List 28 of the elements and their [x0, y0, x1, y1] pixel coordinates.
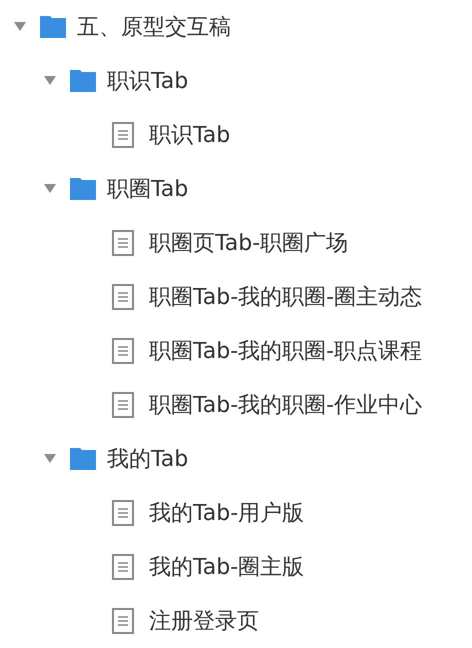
- document-icon: [112, 338, 134, 364]
- expanded-caret-icon[interactable]: [44, 454, 56, 464]
- document-icon: [112, 392, 134, 418]
- document-label[interactable]: 我的Tab-圈主版: [149, 550, 304, 584]
- document-icon: [112, 230, 134, 256]
- folder-icon: [70, 178, 96, 200]
- expanded-caret-icon[interactable]: [44, 184, 56, 194]
- document-label[interactable]: 注册登录页: [149, 604, 259, 638]
- folder-label[interactable]: 我的Tab: [107, 442, 188, 476]
- folder-label[interactable]: 职识Tab: [107, 64, 188, 98]
- document-label[interactable]: 我的Tab-用户版: [149, 496, 304, 530]
- document-icon: [112, 284, 134, 310]
- document-label[interactable]: 职圈Tab-我的职圈-圈主动态: [149, 280, 422, 314]
- document-icon: [112, 554, 134, 580]
- document-icon: [112, 500, 134, 526]
- document-label[interactable]: 职圈Tab-我的职圈-作业中心: [149, 388, 422, 422]
- document-icon: [112, 122, 134, 148]
- document-label[interactable]: 职圈页Tab-职圈广场: [149, 226, 348, 260]
- document-label[interactable]: 职识Tab: [149, 118, 230, 152]
- folder-label[interactable]: 职圈Tab: [107, 172, 188, 206]
- expanded-caret-icon[interactable]: [14, 22, 26, 32]
- folder-icon: [70, 70, 96, 92]
- folder-icon: [40, 16, 66, 38]
- document-icon: [112, 608, 134, 634]
- document-label[interactable]: 职圈Tab-我的职圈-职点课程: [149, 334, 422, 368]
- expanded-caret-icon[interactable]: [44, 76, 56, 86]
- folder-label[interactable]: 五、原型交互稿: [77, 10, 231, 44]
- folder-icon: [70, 448, 96, 470]
